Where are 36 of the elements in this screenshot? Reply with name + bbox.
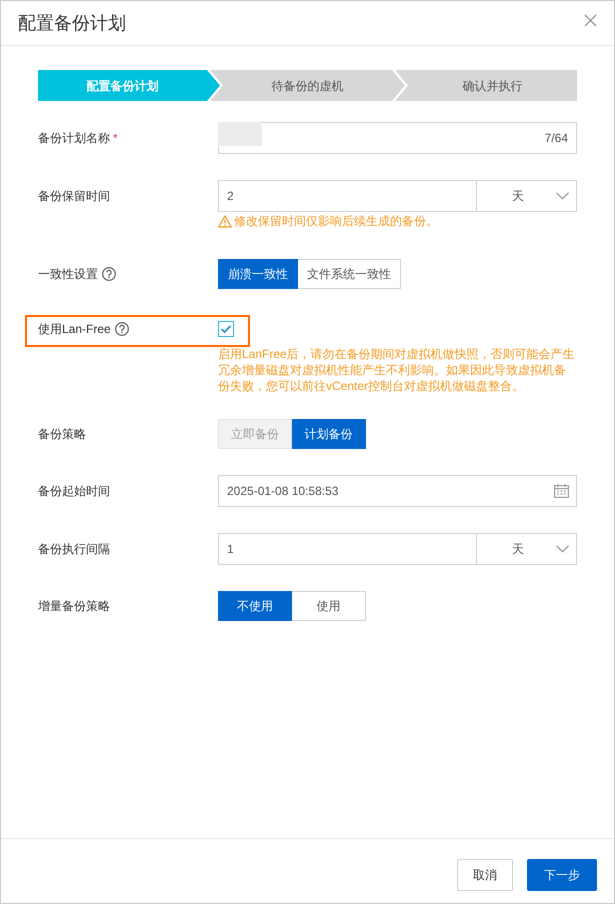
field-label: 使用Lan-Free <box>38 321 111 337</box>
toggle-button[interactable]: 文件系统一致性 <box>298 259 401 289</box>
cancel-button[interactable]: 取消 <box>457 859 513 891</box>
field-label: 一致性设置 <box>38 266 98 282</box>
toggle-button[interactable]: 使用 <box>292 591 366 621</box>
toggle-button[interactable]: 崩溃一致性 <box>218 259 298 289</box>
field-label: 备份保留时间 <box>38 188 110 204</box>
progress-step: 配置备份计划 <box>38 70 220 101</box>
field-label: 备份策略 <box>38 426 86 442</box>
field-label: 备份计划名称 <box>38 130 110 146</box>
checkbox[interactable] <box>218 321 234 337</box>
warning-icon <box>218 214 232 228</box>
chevron-down-icon <box>556 192 569 200</box>
warning-text: 修改保留时间仅影响后续生成的备份。 <box>234 213 438 229</box>
progress-step: 待备份的虚机 <box>210 70 405 101</box>
field-label: 备份起始时间 <box>38 483 110 499</box>
required-mark: * <box>113 130 118 146</box>
progress-step: 确认并执行 <box>395 70 577 101</box>
close-icon <box>584 14 597 26</box>
field-label: 备份执行间隔 <box>38 541 110 557</box>
unit-select[interactable]: 天 <box>477 180 577 212</box>
toggle-button[interactable]: 不使用 <box>218 591 292 621</box>
field-label: 增量备份策略 <box>38 598 110 614</box>
calendar-icon[interactable] <box>554 484 569 498</box>
chevron-down-icon <box>556 545 569 553</box>
number-input[interactable]: 2 <box>218 180 477 212</box>
info-note: 启用LanFree后，请勿在备份期间对虚拟机做快照，否则可能会产生冗余增量磁盘对虚拟机性能产生不利影响。如果因此导致虚拟机备份失败，您可以前往vCenter控制台对虚拟机做磁盘整合。 <box>218 346 576 394</box>
toggle-button[interactable]: 计划备份 <box>292 419 366 449</box>
text-field[interactable]: 7/64 <box>218 122 577 154</box>
number-input[interactable]: 1 <box>218 533 477 565</box>
dialog-title: 配置备份计划 <box>18 12 126 34</box>
close-button[interactable] <box>584 14 597 26</box>
unit-select[interactable]: 天 <box>477 533 577 565</box>
datetime-input[interactable]: 2025-01-08 10:58:53 <box>218 475 577 507</box>
next-button[interactable]: 下一步 <box>527 859 597 891</box>
character-counter: 7/64 <box>544 130 569 146</box>
